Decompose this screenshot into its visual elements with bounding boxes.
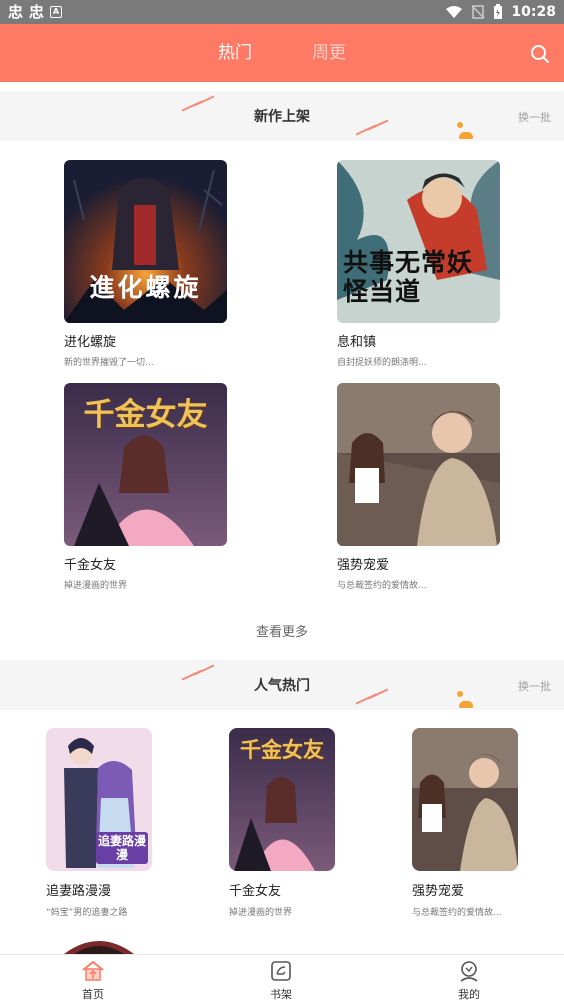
- comic-cover-partial[interactable]: [64, 936, 134, 954]
- comic-cover[interactable]: 千金女友: [229, 728, 335, 871]
- cover-illustration: [337, 383, 500, 546]
- comic-title: 息和镇: [337, 335, 377, 350]
- cover-illustration: [412, 728, 518, 871]
- comic-description: 掉进漫画的世界: [64, 581, 128, 591]
- bookshelf-icon: [271, 961, 291, 981]
- cover-illustration: [64, 941, 134, 954]
- status-bar: 忠 忠 A 10:28: [0, 0, 564, 24]
- section-header-hot: 人气热门 换一批: [0, 660, 564, 710]
- nav-label: 首页: [82, 988, 104, 1001]
- comic-cover[interactable]: 追妻路漫漫: [46, 728, 152, 871]
- section-title: 人气热门: [254, 678, 310, 694]
- section-title: 新作上架: [254, 109, 310, 125]
- decor-blob: [459, 701, 473, 708]
- cover-title-text: 共事无常妖怪当道: [343, 248, 474, 306]
- cover-title-text: 千金女友: [240, 737, 324, 762]
- status-right-icons: 10:28: [445, 2, 556, 22]
- app-notification-icon: A: [50, 6, 63, 18]
- refresh-button[interactable]: 换一批: [518, 678, 551, 694]
- profile-icon: [460, 961, 478, 982]
- comic-title: 追妻路漫漫: [46, 884, 112, 899]
- cover-title-text: 千金女友: [83, 397, 208, 433]
- comic-description: 新的世界摧毁了一切...: [64, 358, 154, 368]
- comic-cover[interactable]: [337, 383, 500, 546]
- nav-bookshelf[interactable]: 书架: [241, 959, 321, 1002]
- section-header-new: 新作上架 换一批: [0, 91, 564, 141]
- comic-description: 自封捉妖师的朗涤明...: [337, 358, 427, 368]
- tab-hot[interactable]: 热门: [218, 42, 252, 64]
- comic-card[interactable]: 强势宠爱 与总裁签约的爱情故...: [337, 383, 517, 591]
- comic-title: 强势宠爱: [412, 884, 465, 899]
- nav-home[interactable]: 首页: [53, 959, 133, 1002]
- nav-label: 书架: [270, 988, 292, 1001]
- comic-cover[interactable]: 進化螺旋: [64, 160, 227, 323]
- bottom-navigation: 首页 书架 我的: [0, 954, 564, 1002]
- refresh-button[interactable]: 换一批: [518, 109, 551, 125]
- nav-profile[interactable]: 我的: [429, 959, 509, 1002]
- top-header: 热门 周更: [0, 24, 564, 82]
- comic-title: 千金女友: [64, 558, 117, 573]
- comic-title: 强势宠爱: [337, 558, 390, 573]
- battery-icon: [494, 4, 503, 19]
- comic-card[interactable]: 追妻路漫漫 追妻路漫漫 “妈宝”男的追妻之路: [46, 728, 196, 918]
- comic-card[interactable]: 千金女友 千金女友 掉进漫画的世界: [229, 728, 379, 918]
- no-signal-icon: [471, 5, 485, 19]
- comic-card[interactable]: 共事无常妖怪当道 息和镇 自封捉妖师的朗涤明...: [337, 160, 517, 368]
- comic-title: 进化螺旋: [64, 335, 117, 350]
- decor-dash: [193, 95, 215, 107]
- cover-title-text: 追妻路漫漫: [96, 832, 148, 864]
- status-time: 10:28: [511, 4, 556, 20]
- comic-description: 掉进漫画的世界: [229, 908, 293, 918]
- home-icon: [82, 960, 104, 981]
- wifi-icon: [446, 6, 463, 18]
- search-icon[interactable]: [530, 44, 550, 64]
- comic-cover[interactable]: 共事无常妖怪当道: [337, 160, 500, 323]
- comic-description: 与总裁签约的爱情故...: [337, 581, 427, 591]
- comic-description: 与总裁签约的爱情故...: [412, 908, 502, 918]
- comic-description: “妈宝”男的追妻之路: [46, 908, 128, 918]
- comic-cover[interactable]: [412, 728, 518, 871]
- comic-title: 千金女友: [229, 884, 282, 899]
- comic-cover[interactable]: 千金女友: [64, 383, 227, 546]
- comic-card[interactable]: 進化螺旋 进化螺旋 新的世界摧毁了一切...: [64, 160, 244, 368]
- comic-card[interactable]: 千金女友 千金女友 掉进漫画的世界: [64, 383, 244, 591]
- notification-icon: 忠: [29, 3, 45, 21]
- decor-blob: [459, 132, 473, 139]
- decor-dash: [193, 664, 215, 676]
- see-more-button[interactable]: 查看更多: [0, 621, 564, 640]
- notification-icon: 忠: [8, 3, 24, 21]
- cover-title-text: 進化螺旋: [89, 273, 202, 302]
- nav-label: 我的: [458, 988, 480, 1001]
- comic-card[interactable]: 强势宠爱 与总裁签约的爱情故...: [412, 728, 562, 918]
- tab-weekly[interactable]: 周更: [312, 42, 346, 64]
- status-left-icons: 忠 忠 A: [8, 3, 63, 21]
